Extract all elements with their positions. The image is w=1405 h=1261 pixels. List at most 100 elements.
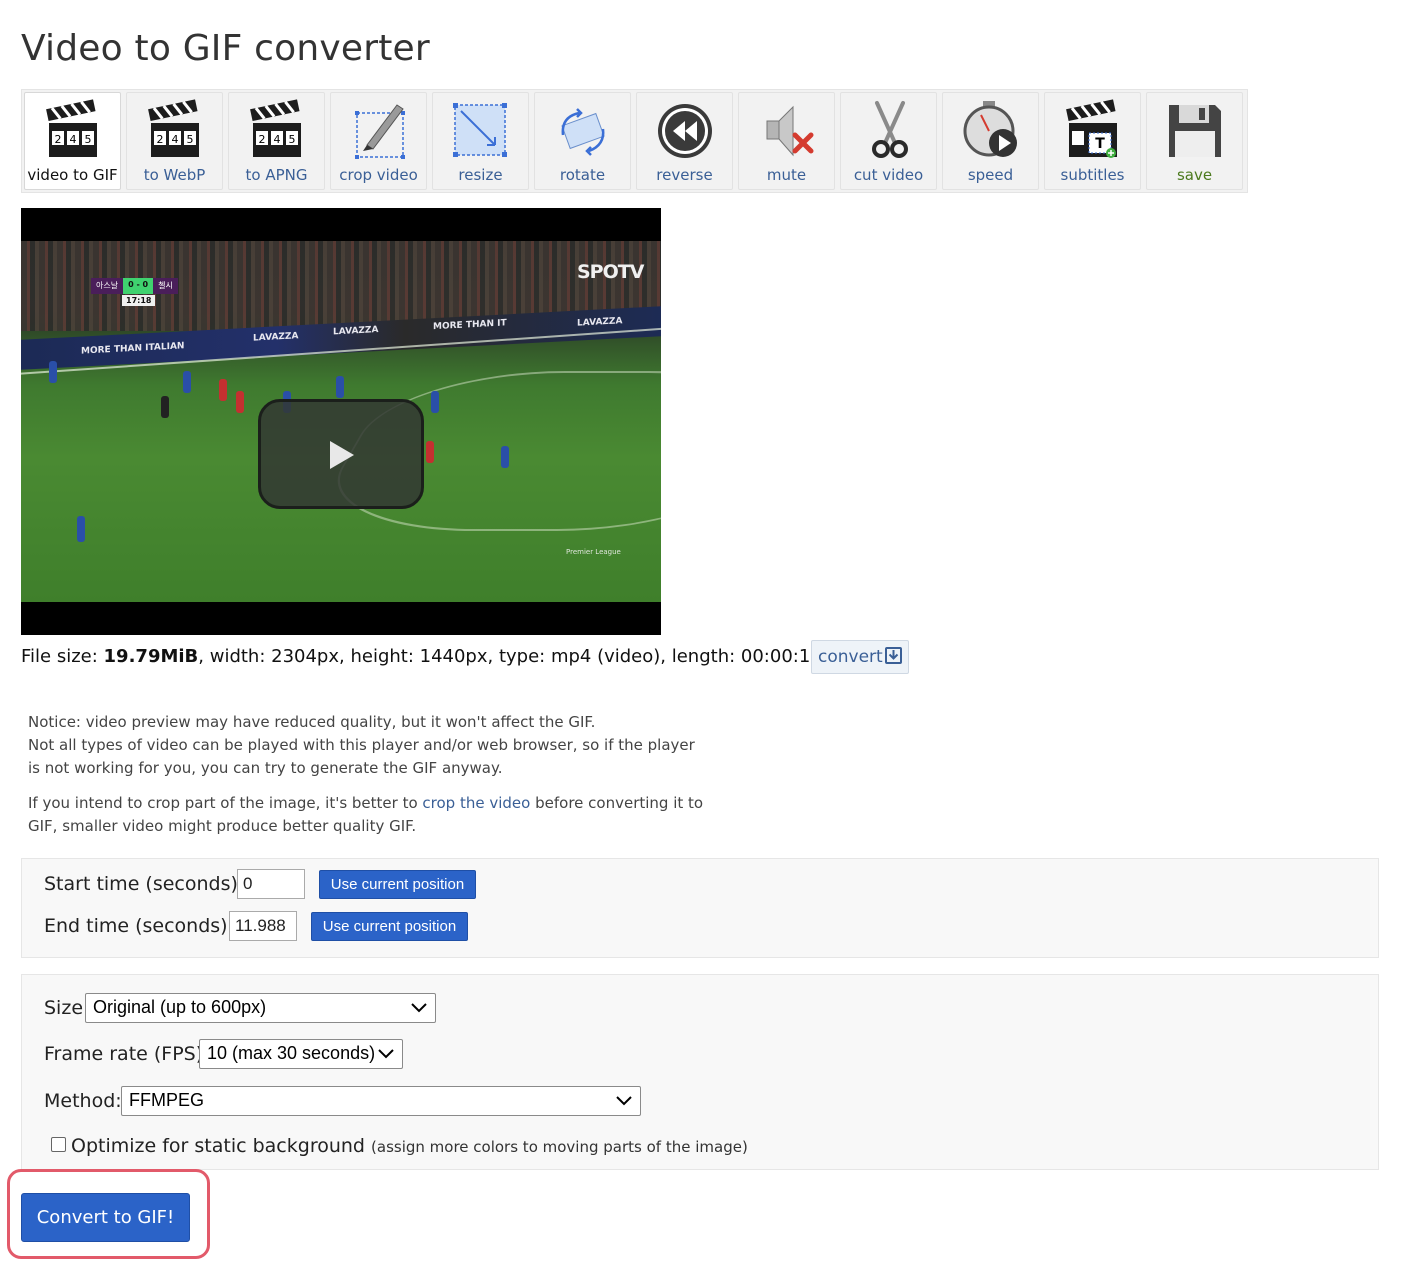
- svg-text:4: 4: [172, 133, 179, 146]
- timing-panel: Start time (seconds): 0 Use current posi…: [21, 858, 1379, 958]
- crop-video-link[interactable]: crop the video: [422, 794, 530, 812]
- tool-to-apng[interactable]: 2 4 5 to APNG: [228, 92, 325, 190]
- start-time-label: Start time (seconds):: [44, 873, 245, 895]
- tool-toolbar: 2 4 5 video to GIF 2 4 5 to WebP 2 4 5 t…: [21, 89, 1248, 193]
- tool-label: subtitles: [1060, 166, 1125, 184]
- footballer: [49, 361, 57, 383]
- method-select-value: FFMPEG: [129, 1090, 204, 1110]
- svg-text:5: 5: [187, 133, 194, 146]
- clapperboard-icon: 2 4 5: [148, 99, 199, 157]
- tool-label: mute: [766, 166, 807, 184]
- mute-icon: [766, 105, 814, 157]
- play-button[interactable]: [258, 399, 424, 509]
- tool-label: video to GIF: [27, 166, 118, 184]
- tool-to-webp[interactable]: 2 4 5 to WebP: [126, 92, 223, 190]
- tool-label: save: [1176, 166, 1213, 184]
- convert-to-gif-button[interactable]: Convert to GIF!: [21, 1193, 190, 1242]
- board-text: MORE THAN ITALIAN: [81, 341, 185, 357]
- video-player[interactable]: MORE THAN ITALIAN LAVAZZA LAVAZZA MORE T…: [21, 208, 661, 635]
- broadcaster-logo: SPOTV: [577, 261, 644, 283]
- subtitles-icon: T: [1066, 99, 1117, 158]
- tool-label: reverse: [656, 166, 713, 184]
- frame-rate-select[interactable]: 10 (max 30 seconds): [199, 1039, 403, 1069]
- optimize-static-background-checkbox[interactable]: [51, 1137, 66, 1152]
- file-details: , width: 2304px, height: 1440px, type: m…: [198, 646, 822, 667]
- file-size-value: 19.79MiB: [103, 646, 199, 667]
- video-frame: MORE THAN ITALIAN LAVAZZA LAVAZZA MORE T…: [21, 241, 661, 602]
- svg-text:4: 4: [70, 133, 77, 146]
- scoreboard: 아스날 0 - 0 첼시: [91, 278, 178, 294]
- tool-mute[interactable]: mute: [738, 92, 835, 190]
- stopwatch-icon: [963, 101, 1017, 157]
- tool-cut-video[interactable]: cut video: [840, 92, 937, 190]
- start-use-current-position-button[interactable]: Use current position: [319, 870, 476, 899]
- convert-button[interactable]: convert: [811, 640, 909, 674]
- optimize-label: Optimize for static background (assign m…: [71, 1135, 748, 1157]
- end-use-current-position-button[interactable]: Use current position: [311, 912, 468, 941]
- board-text: LAVAZZA: [333, 325, 379, 338]
- tool-video-to-gif[interactable]: 2 4 5 video to GIF: [24, 92, 121, 190]
- size-select-value: Original (up to 600px): [93, 997, 267, 1017]
- optimize-label-text: Optimize for static background: [71, 1135, 365, 1157]
- frame-rate-label: Frame rate (FPS):: [44, 1043, 210, 1065]
- tool-save[interactable]: save: [1146, 92, 1243, 190]
- options-panel: Size: Original (up to 600px) Frame rate …: [21, 974, 1379, 1170]
- tool-label: to WebP: [143, 166, 206, 184]
- svg-text:5: 5: [289, 133, 296, 146]
- method-label: Method:: [44, 1090, 122, 1112]
- chevron-down-icon: [616, 1096, 632, 1106]
- svg-text:2: 2: [157, 133, 164, 146]
- notice-text: Notice: video preview may have reduced q…: [28, 711, 708, 850]
- frame-rate-select-value: 10 (max 30 seconds): [207, 1043, 376, 1063]
- footballer: [236, 391, 244, 413]
- tool-label: resize: [458, 166, 503, 184]
- svg-text:2: 2: [259, 133, 266, 146]
- file-size-label: File size:: [21, 646, 104, 667]
- rewind-icon: [658, 104, 712, 158]
- tool-reverse[interactable]: reverse: [636, 92, 733, 190]
- tool-subtitles[interactable]: T subtitles: [1044, 92, 1141, 190]
- optimize-note: (assign more colors to moving parts of t…: [371, 1138, 748, 1156]
- footballer: [161, 396, 169, 418]
- tool-label: crop video: [339, 166, 418, 184]
- tool-speed[interactable]: speed: [942, 92, 1039, 190]
- end-time-input[interactable]: 11.988: [229, 911, 297, 941]
- notice-line: Notice: video preview may have reduced q…: [28, 713, 596, 731]
- tool-label: to APNG: [245, 166, 308, 184]
- start-time-input[interactable]: 0: [237, 869, 305, 899]
- footballer: [183, 371, 191, 393]
- league-logo: Premier League: [566, 548, 621, 556]
- tool-label: cut video: [853, 166, 924, 184]
- floppy-disk-icon: [1169, 105, 1221, 157]
- score-home: 아스날: [91, 278, 124, 294]
- method-select[interactable]: FFMPEG: [121, 1086, 641, 1116]
- svg-text:2: 2: [55, 133, 62, 146]
- size-select[interactable]: Original (up to 600px): [85, 993, 436, 1023]
- file-info: File size: 19.79MiB, width: 2304px, heig…: [21, 646, 822, 667]
- crop-icon: [355, 104, 405, 159]
- footballer: [336, 376, 344, 398]
- tool-resize[interactable]: resize: [432, 92, 529, 190]
- footballer: [77, 516, 85, 542]
- resize-icon: [453, 103, 507, 157]
- board-text: LAVAZZA: [253, 331, 299, 344]
- chevron-down-icon: [378, 1049, 394, 1059]
- clapperboard-icon: 2 4 5: [250, 99, 301, 157]
- play-icon: [330, 441, 354, 469]
- tool-label: rotate: [559, 166, 606, 184]
- convert-button-label: convert: [818, 647, 883, 667]
- tool-crop-video[interactable]: crop video: [330, 92, 427, 190]
- footballer: [501, 446, 509, 468]
- svg-text:5: 5: [85, 133, 92, 146]
- clapperboard-icon: 2 4 5: [46, 99, 97, 157]
- tool-rotate[interactable]: rotate: [534, 92, 631, 190]
- notice-line: Not all types of video can be played wit…: [28, 736, 695, 777]
- page-title: Video to GIF converter: [21, 28, 430, 69]
- footballer: [219, 379, 227, 401]
- tool-label: speed: [967, 166, 1014, 184]
- score-value: 0 - 0: [123, 278, 154, 294]
- svg-text:T: T: [1095, 136, 1105, 152]
- chevron-down-icon: [411, 1003, 427, 1013]
- match-clock: 17:18: [122, 295, 156, 306]
- score-away: 첼시: [153, 278, 178, 294]
